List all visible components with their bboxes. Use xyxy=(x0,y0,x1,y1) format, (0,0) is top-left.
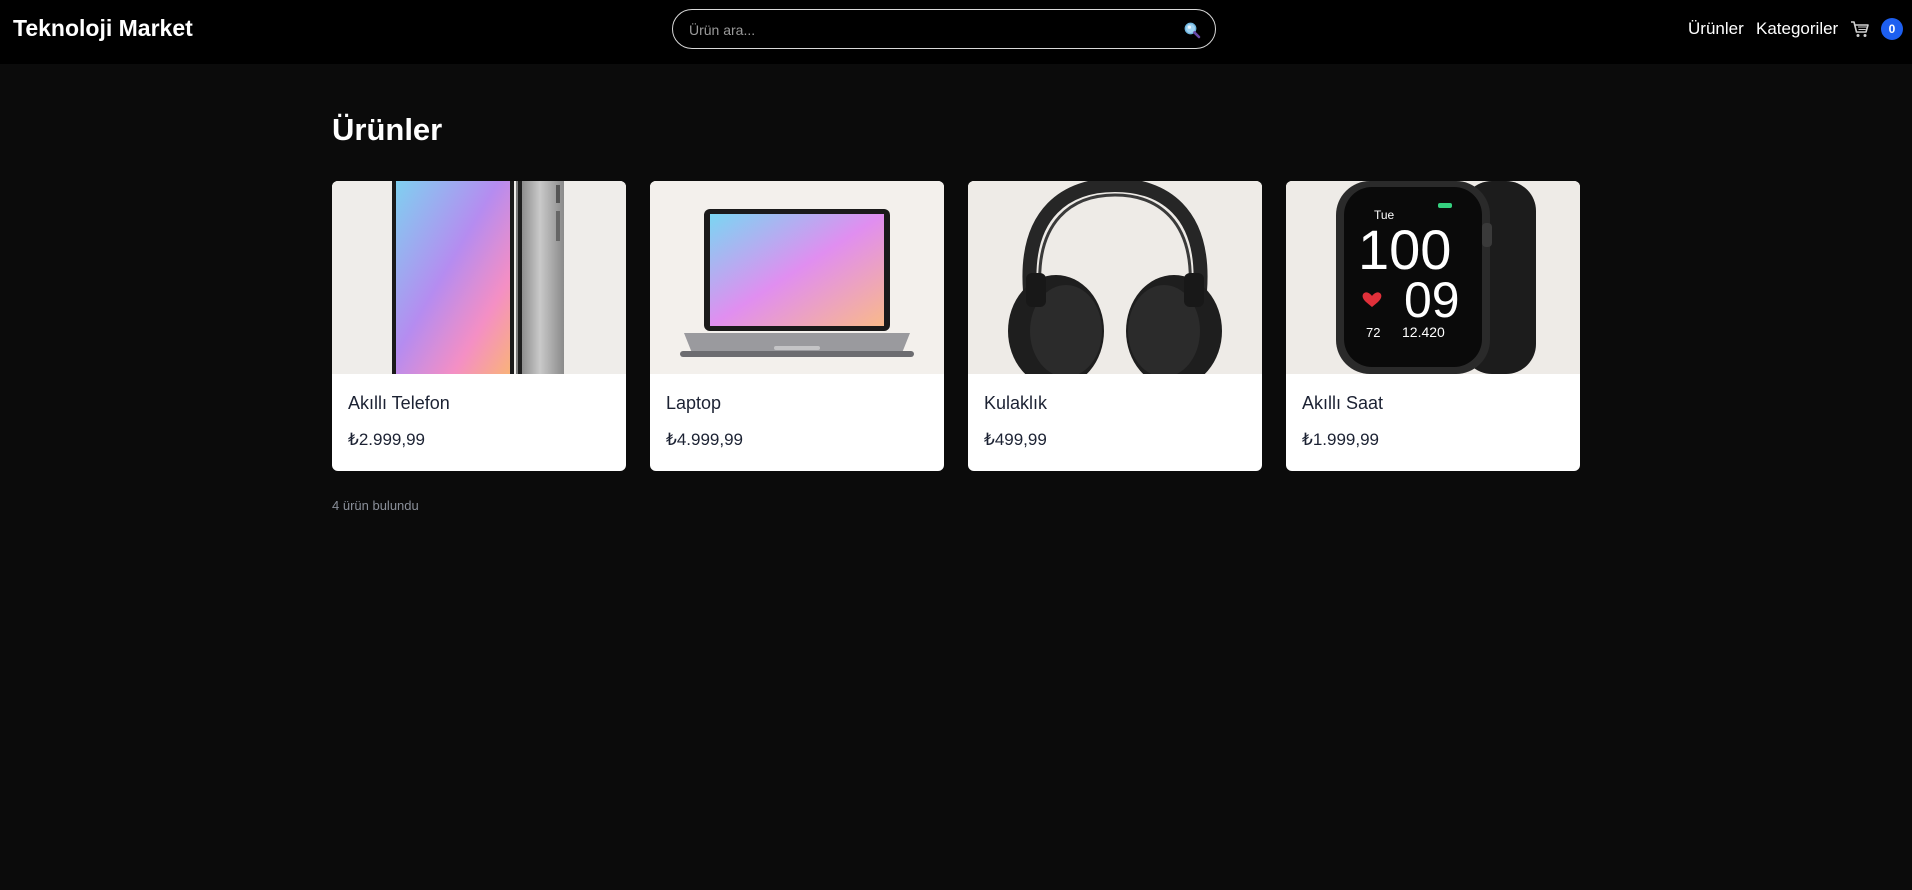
smartphone-image xyxy=(332,181,626,374)
search-icon[interactable] xyxy=(1183,21,1201,39)
cart-count-badge: 0 xyxy=(1881,18,1903,40)
product-name[interactable]: Akıllı Telefon xyxy=(348,393,450,414)
product-name[interactable]: Akıllı Saat xyxy=(1302,393,1383,414)
nav-categories-link[interactable]: Kategoriler xyxy=(1756,19,1838,39)
product-card[interactable]: Kulaklık ₺499,99 xyxy=(968,181,1262,471)
product-card[interactable]: Akıllı Telefon ₺2.999,99 xyxy=(332,181,626,471)
watch-steps: 12.420 xyxy=(1402,324,1445,340)
cart-button[interactable]: 0 xyxy=(1850,17,1908,41)
product-name[interactable]: Laptop xyxy=(666,393,721,414)
watch-heart-rate: 72 xyxy=(1366,325,1380,340)
product-price: ₺4.999,99 xyxy=(666,430,743,449)
cart-icon xyxy=(1851,21,1869,37)
watch-minute: 09 xyxy=(1404,272,1460,328)
laptop-image xyxy=(650,181,944,374)
nav-products-link[interactable]: Ürünler xyxy=(1688,19,1744,39)
brand-logo[interactable]: Teknoloji Market xyxy=(13,15,193,42)
product-price: ₺1.999,99 xyxy=(1302,430,1379,449)
search-input[interactable] xyxy=(689,19,1159,41)
product-name[interactable]: Kulaklık xyxy=(984,393,1047,414)
headphones-image xyxy=(968,181,1262,374)
product-card[interactable]: Laptop ₺4.999,99 xyxy=(650,181,944,471)
page-title: Ürünler xyxy=(332,112,443,147)
product-price: ₺2.999,99 xyxy=(348,430,425,449)
smartwatch-image: Tue 100 09 72 12.420 xyxy=(1286,181,1580,374)
product-grid: Akıllı Telefon ₺2.999,99 Laptop ₺4.999,9… xyxy=(332,181,1581,471)
search-box[interactable] xyxy=(672,9,1216,49)
product-price: ₺499,99 xyxy=(984,430,1047,449)
result-count: 4 ürün bulundu xyxy=(332,498,419,513)
top-navbar: Teknoloji Market Ürünler Kategoriler 0 xyxy=(0,0,1912,64)
product-card[interactable]: Tue 100 09 72 12.420 Akıllı Saat ₺1.999,… xyxy=(1286,181,1580,471)
